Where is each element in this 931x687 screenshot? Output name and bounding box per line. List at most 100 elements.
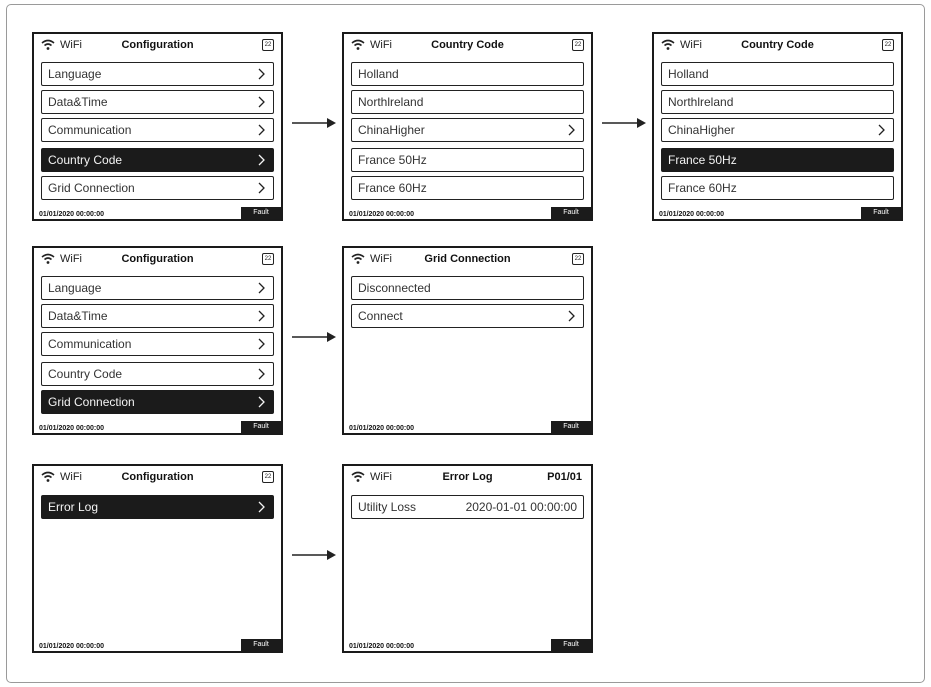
menu-item-language[interactable]: Language bbox=[41, 62, 274, 86]
menu-item-country-code[interactable]: Country Code bbox=[41, 362, 274, 386]
chevron-right-icon bbox=[258, 396, 265, 408]
fault-button[interactable]: Fault bbox=[551, 639, 591, 651]
screen-footer: 01/01/2020 00:00:00 Fault bbox=[344, 639, 591, 651]
chevron-right-icon bbox=[258, 124, 265, 136]
menu-item-data-time[interactable]: Data&Time bbox=[41, 304, 274, 328]
menu-item-grid-connection[interactable]: Grid Connection bbox=[41, 390, 274, 414]
screen-header: WiFi Country Code 22 bbox=[344, 34, 591, 58]
arrow-right-icon bbox=[602, 118, 646, 128]
option-label: France 50Hz bbox=[668, 153, 737, 167]
datetime-label: 01/01/2020 00:00:00 bbox=[349, 211, 414, 218]
option-label: Connect bbox=[358, 309, 403, 323]
option-label: France 60Hz bbox=[668, 181, 737, 195]
datetime-label: 01/01/2020 00:00:00 bbox=[39, 425, 104, 432]
menu-item-label: Country Code bbox=[48, 153, 123, 167]
error-log-timestamp: 2020-01-01 00:00:00 bbox=[465, 500, 577, 514]
screen-header: WiFi Country Code 22 bbox=[654, 34, 901, 58]
menu-item-label: Language bbox=[48, 67, 102, 81]
menu-item-label: Data&Time bbox=[48, 309, 108, 323]
screen-header: WiFi Error Log P01/01 bbox=[344, 466, 591, 490]
chevron-right-icon bbox=[258, 154, 265, 166]
menu-item-label: Grid Connection bbox=[48, 395, 135, 409]
menu-item-label: Communication bbox=[48, 123, 132, 137]
fault-button[interactable]: Fault bbox=[241, 207, 281, 219]
screen-header: WiFi Configuration 22 bbox=[34, 466, 281, 490]
screen-country-code: WiFi Country Code 22 Holland Northlrelan… bbox=[342, 32, 593, 221]
page-indicator: P01/01 bbox=[547, 471, 582, 483]
option-holland[interactable]: Holland bbox=[351, 62, 584, 86]
option-northlreland[interactable]: Northlreland bbox=[661, 90, 894, 114]
option-france-60hz[interactable]: France 60Hz bbox=[351, 176, 584, 200]
chevron-right-icon bbox=[258, 310, 265, 322]
option-label: ChinaHigher bbox=[358, 123, 425, 137]
screen-header: WiFi Configuration 22 bbox=[34, 34, 281, 58]
option-chinahigher[interactable]: ChinaHigher bbox=[661, 118, 894, 142]
arrow-right-icon bbox=[292, 550, 336, 560]
chevron-right-icon bbox=[258, 68, 265, 80]
option-label: Holland bbox=[668, 67, 709, 81]
menu-item-label: Communication bbox=[48, 337, 132, 351]
fault-button[interactable]: Fault bbox=[551, 421, 591, 433]
datetime-label: 01/01/2020 00:00:00 bbox=[659, 211, 724, 218]
datetime-label: 01/01/2020 00:00:00 bbox=[39, 643, 104, 650]
screen-title: Country Code bbox=[741, 39, 814, 51]
option-france-50hz[interactable]: France 50Hz bbox=[351, 148, 584, 172]
fault-button[interactable]: Fault bbox=[241, 421, 281, 433]
option-label: Northlreland bbox=[668, 95, 734, 109]
chevron-right-icon bbox=[258, 338, 265, 350]
screen-footer: 01/01/2020 00:00:00 Fault bbox=[34, 207, 281, 219]
menu-item-country-code[interactable]: Country Code bbox=[41, 148, 274, 172]
notification-badge: 22 bbox=[262, 39, 274, 51]
option-chinahigher[interactable]: ChinaHigher bbox=[351, 118, 584, 142]
screen-title: Configuration bbox=[121, 471, 194, 483]
screen-grid-connection: WiFi Grid Connection 22 Disconnected Con… bbox=[342, 246, 593, 435]
menu-item-label: Grid Connection bbox=[48, 181, 135, 195]
chevron-right-icon bbox=[568, 124, 575, 136]
menu-item-label: Language bbox=[48, 281, 102, 295]
menu-item-communication[interactable]: Communication bbox=[41, 332, 274, 356]
screen-title: Grid Connection bbox=[424, 253, 511, 265]
fault-button[interactable]: Fault bbox=[551, 207, 591, 219]
menu-item-language[interactable]: Language bbox=[41, 276, 274, 300]
screen-footer: 01/01/2020 00:00:00 Fault bbox=[344, 421, 591, 433]
fault-button[interactable]: Fault bbox=[241, 639, 281, 651]
menu-item-label: Error Log bbox=[48, 500, 99, 514]
chevron-right-icon bbox=[878, 124, 885, 136]
menu-item-grid-connection[interactable]: Grid Connection bbox=[41, 176, 274, 200]
notification-badge: 22 bbox=[572, 39, 584, 51]
option-france-50hz[interactable]: France 50Hz bbox=[661, 148, 894, 172]
diagram-frame: WiFi Configuration 22 Language Data&Time… bbox=[6, 4, 925, 683]
option-holland[interactable]: Holland bbox=[661, 62, 894, 86]
option-disconnected[interactable]: Disconnected bbox=[351, 276, 584, 300]
datetime-label: 01/01/2020 00:00:00 bbox=[349, 425, 414, 432]
option-connect[interactable]: Connect bbox=[351, 304, 584, 328]
fault-button[interactable]: Fault bbox=[861, 207, 901, 219]
option-label: Disconnected bbox=[358, 281, 431, 295]
notification-badge: 22 bbox=[262, 253, 274, 265]
option-northlreland[interactable]: Northlreland bbox=[351, 90, 584, 114]
arrow-right-icon bbox=[292, 118, 336, 128]
chevron-right-icon bbox=[258, 96, 265, 108]
menu-item-label: Country Code bbox=[48, 367, 123, 381]
chevron-right-icon bbox=[258, 368, 265, 380]
screen-footer: 01/01/2020 00:00:00 Fault bbox=[654, 207, 901, 219]
option-label: ChinaHigher bbox=[668, 123, 735, 137]
option-label: Northlreland bbox=[358, 95, 424, 109]
screen-configuration-error-log: WiFi Configuration 22 Error Log 01/01/20… bbox=[32, 464, 283, 653]
chevron-right-icon bbox=[258, 501, 265, 513]
screen-configuration-country-code: WiFi Configuration 22 Language Data&Time… bbox=[32, 32, 283, 221]
option-france-60hz[interactable]: France 60Hz bbox=[661, 176, 894, 200]
screen-footer: 01/01/2020 00:00:00 Fault bbox=[344, 207, 591, 219]
datetime-label: 01/01/2020 00:00:00 bbox=[39, 211, 104, 218]
menu-item-error-log[interactable]: Error Log bbox=[41, 495, 274, 519]
option-label: France 50Hz bbox=[358, 153, 427, 167]
screen-footer: 01/01/2020 00:00:00 Fault bbox=[34, 421, 281, 433]
screen-configuration-grid-connection: WiFi Configuration 22 Language Data&Time… bbox=[32, 246, 283, 435]
menu-item-data-time[interactable]: Data&Time bbox=[41, 90, 274, 114]
error-log-entry[interactable]: Utility Loss 2020-01-01 00:00:00 bbox=[351, 495, 584, 519]
menu-item-communication[interactable]: Communication bbox=[41, 118, 274, 142]
arrow-right-icon bbox=[292, 332, 336, 342]
screen-country-code-selected: WiFi Country Code 22 Holland Northlrelan… bbox=[652, 32, 903, 221]
notification-badge: 22 bbox=[262, 471, 274, 483]
error-log-event: Utility Loss bbox=[358, 500, 417, 514]
